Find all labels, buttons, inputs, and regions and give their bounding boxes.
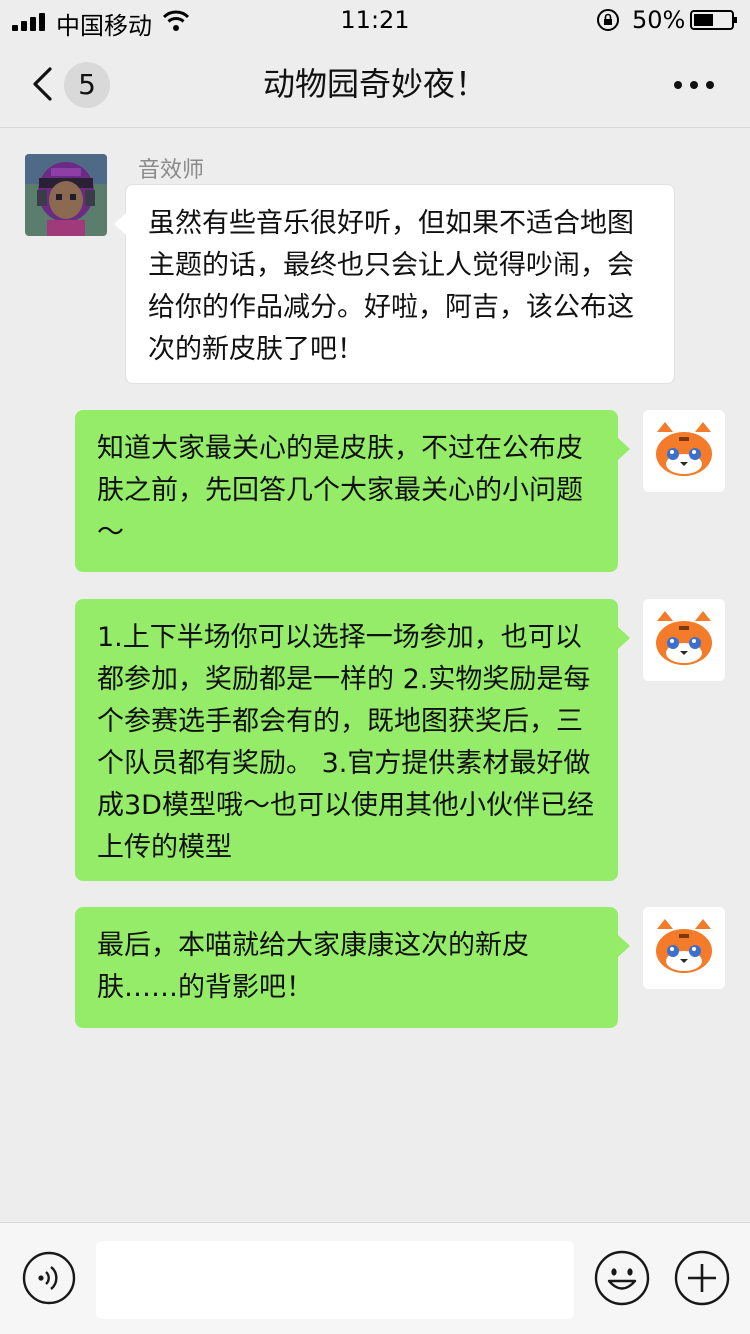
avatar-cat[interactable] <box>643 410 725 492</box>
message-bubble[interactable]: 最后，本喵就给大家康康这次的新皮肤……的背影吧！ <box>75 907 630 1028</box>
avatar-cat[interactable] <box>643 599 725 681</box>
emoji-icon[interactable] <box>594 1250 650 1306</box>
battery-icon <box>690 10 737 30</box>
avatar-image <box>643 907 725 989</box>
rotation-lock-icon <box>597 9 619 31</box>
avatar-cat[interactable] <box>643 907 725 989</box>
message-text: 虽然有些音乐很好听，但如果不适合地图主题的话，最终也只会让人觉得吵闹，会给你的作… <box>148 208 634 365</box>
battery-percent: 50% <box>632 6 686 34</box>
voice-icon[interactable] <box>22 1251 76 1305</box>
message-bubble[interactable]: 1.上下半场你可以选择一场参加，也可以都参加，奖励都是一样的 2.实物奖励是每个… <box>75 599 630 881</box>
sender-name: 音效师 <box>138 158 205 183</box>
message-input[interactable] <box>96 1241 574 1319</box>
message-text: 1.上下半场你可以选择一场参加，也可以都参加，奖励都是一样的 2.实物奖励是每个… <box>97 622 594 863</box>
message-text: 最后，本喵就给大家康康这次的新皮肤……的背影吧！ <box>97 930 529 1003</box>
message-bubble[interactable]: 虽然有些音乐很好听，但如果不适合地图主题的话，最终也只会让人觉得吵闹，会给你的作… <box>114 184 675 384</box>
status-bar: 中国移动 11:21 50% <box>0 0 750 40</box>
avatar-image <box>643 410 725 492</box>
chat-title: 动物园奇妙夜！ <box>262 65 487 103</box>
input-bar <box>0 1222 750 1334</box>
avatar-image <box>25 154 107 236</box>
message-bubble[interactable]: 知道大家最关心的是皮肤，不过在公布皮肤之前，先回答几个大家最关心的小问题～ <box>75 410 630 572</box>
avatar-sound-designer[interactable] <box>25 154 107 236</box>
more-button[interactable] <box>672 74 716 94</box>
plus-icon[interactable] <box>674 1250 730 1306</box>
nav-bar: 5 动物园奇妙夜！ <box>0 40 750 128</box>
avatar-image <box>643 599 725 681</box>
message-text: 知道大家最关心的是皮肤，不过在公布皮肤之前，先回答几个大家最关心的小问题～ <box>97 433 583 548</box>
